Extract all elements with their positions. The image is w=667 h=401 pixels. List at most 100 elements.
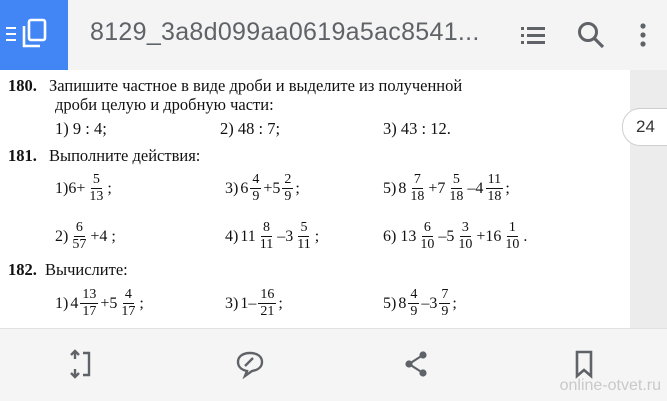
page-number-badge[interactable]: 24	[622, 108, 667, 146]
numerator: 7	[439, 287, 451, 304]
fraction: 5 18	[447, 173, 465, 204]
exercise-180-line1: 180. Запишите частное в виде дроби и выд…	[8, 76, 462, 96]
denominator: 9	[410, 304, 418, 319]
item-label: 4)	[225, 227, 239, 245]
denominator: 10	[505, 237, 520, 252]
numerator: 13	[80, 287, 99, 304]
expr-part: +4 ;	[90, 227, 116, 245]
whole-part: 6	[240, 179, 249, 197]
exercise-181-item-4: 4) 11 8 11 –3 5 11 ;	[225, 221, 319, 252]
fraction: 5 13	[87, 173, 105, 204]
fraction: 29	[282, 172, 294, 204]
numerator: 2	[282, 172, 294, 189]
denominator: 9	[441, 304, 449, 319]
numerator: 3	[459, 220, 471, 237]
exercise-text: Запишите частное в виде дроби и выделите…	[49, 76, 463, 95]
item-label: 3)	[225, 294, 239, 312]
search-icon[interactable]	[576, 20, 606, 50]
exercise-number: 182.	[8, 260, 37, 279]
share-icon[interactable]	[401, 349, 431, 379]
exercise-182-header: 182. Вычислите:	[8, 260, 128, 280]
exercise-181-item-1: 1) 6+ 5 13 ;	[55, 173, 112, 204]
numerator: 4	[250, 172, 262, 189]
expr-end: ;	[107, 179, 112, 197]
item-label: 5)	[383, 179, 397, 197]
document-icon	[22, 18, 47, 48]
fraction: 1 10	[503, 221, 521, 252]
denominator: 17	[121, 304, 136, 319]
item-label: 5)	[383, 294, 397, 312]
fraction: 11 18	[485, 173, 504, 204]
numerator: 5	[90, 172, 102, 189]
fraction: 13 17	[80, 287, 99, 319]
numerator: 6	[421, 220, 433, 237]
fraction: 79	[439, 287, 451, 319]
expr-part: +16	[476, 227, 502, 245]
fraction: 6 57	[70, 221, 88, 252]
expr-part: –3	[277, 227, 294, 245]
denominator: 9	[252, 189, 260, 204]
exercise-182-item-1: 1) 4 13 17 +5 4 17 ;	[55, 288, 144, 319]
more-vert-icon[interactable]	[628, 20, 658, 50]
denominator: 10	[458, 237, 473, 252]
expr-part: –4	[467, 179, 484, 197]
whole-part: 4	[70, 294, 79, 312]
exercise-182-item-5: 5) 8 49 –3 79 ;	[383, 288, 457, 319]
denominator: 57	[72, 237, 87, 252]
expr-part: +7	[428, 179, 446, 197]
expr-end: .	[523, 227, 528, 245]
expr-part: +5	[263, 179, 281, 197]
expr-end: ;	[278, 294, 283, 312]
numerator: 16	[258, 287, 277, 304]
numerator: 8	[260, 220, 272, 237]
comment-edit-icon[interactable]	[235, 349, 265, 379]
document-page: 180. Запишите частное в виде дроби и выд…	[0, 70, 630, 328]
document-title: 8129_3a8d099aa0619a5ac8541...	[90, 18, 480, 46]
app-menu-button[interactable]	[0, 0, 68, 70]
expr-part: –3	[421, 294, 438, 312]
numerator: 6	[73, 220, 85, 237]
exercise-181-item-6: 6) 13 6 10 –5 3 10 +16 1 10 .	[383, 221, 527, 252]
menu-lines-icon	[6, 27, 16, 43]
list-icon[interactable]	[518, 20, 548, 50]
exercise-181-item-3: 3) 6 49 +5 29 ;	[225, 173, 300, 204]
exercise-180-item-3: 3) 43 : 12.	[383, 119, 451, 138]
fraction: 5 11	[295, 221, 312, 252]
expand-icon[interactable]	[66, 349, 96, 379]
expr-part: 1–	[240, 294, 257, 312]
item-label: 3)	[225, 179, 239, 197]
expr-end: ;	[452, 294, 457, 312]
item-label: 1)	[55, 294, 69, 312]
denominator: 9	[284, 189, 292, 204]
exercise-180-line2: дроби целую и дробную части:	[55, 95, 274, 114]
numerator: 1	[506, 220, 518, 237]
exercise-text: Выполните действия:	[49, 146, 201, 165]
denominator: 13	[89, 189, 104, 204]
exercise-number: 181.	[8, 146, 37, 165]
item-label: 1)	[55, 179, 69, 197]
numerator: 4	[408, 287, 420, 304]
exercise-180-item-2: 2) 48 : 7;	[220, 119, 281, 138]
fraction: 6 10	[418, 221, 436, 252]
whole-part: 8	[398, 179, 407, 197]
denominator: 18	[449, 189, 464, 204]
bookmark-icon[interactable]	[569, 349, 599, 379]
fraction: 49	[408, 287, 420, 319]
fraction: 49	[250, 172, 262, 204]
denominator: 21	[260, 304, 275, 319]
denominator: 10	[420, 237, 435, 252]
expr-part: –5	[438, 227, 455, 245]
whole-part: 13	[400, 227, 417, 245]
fraction: 7 18	[408, 173, 426, 204]
item-label: 6)	[383, 227, 397, 245]
numerator: 7	[411, 172, 423, 189]
watermark: online-otvet.ru	[559, 377, 661, 394]
exercise-181-item-2: 2) 6 57 +4 ;	[55, 221, 116, 252]
expr-end: ;	[295, 179, 300, 197]
expr-end: ;	[314, 227, 320, 245]
exercise-text: Вычислите:	[45, 260, 128, 279]
fraction: 4 17	[119, 288, 137, 319]
exercise-181-item-5: 5) 8 7 18 +7 5 18 –4 11 18 ;	[383, 173, 510, 204]
denominator: 11	[297, 237, 311, 252]
numerator: 4	[122, 287, 134, 304]
